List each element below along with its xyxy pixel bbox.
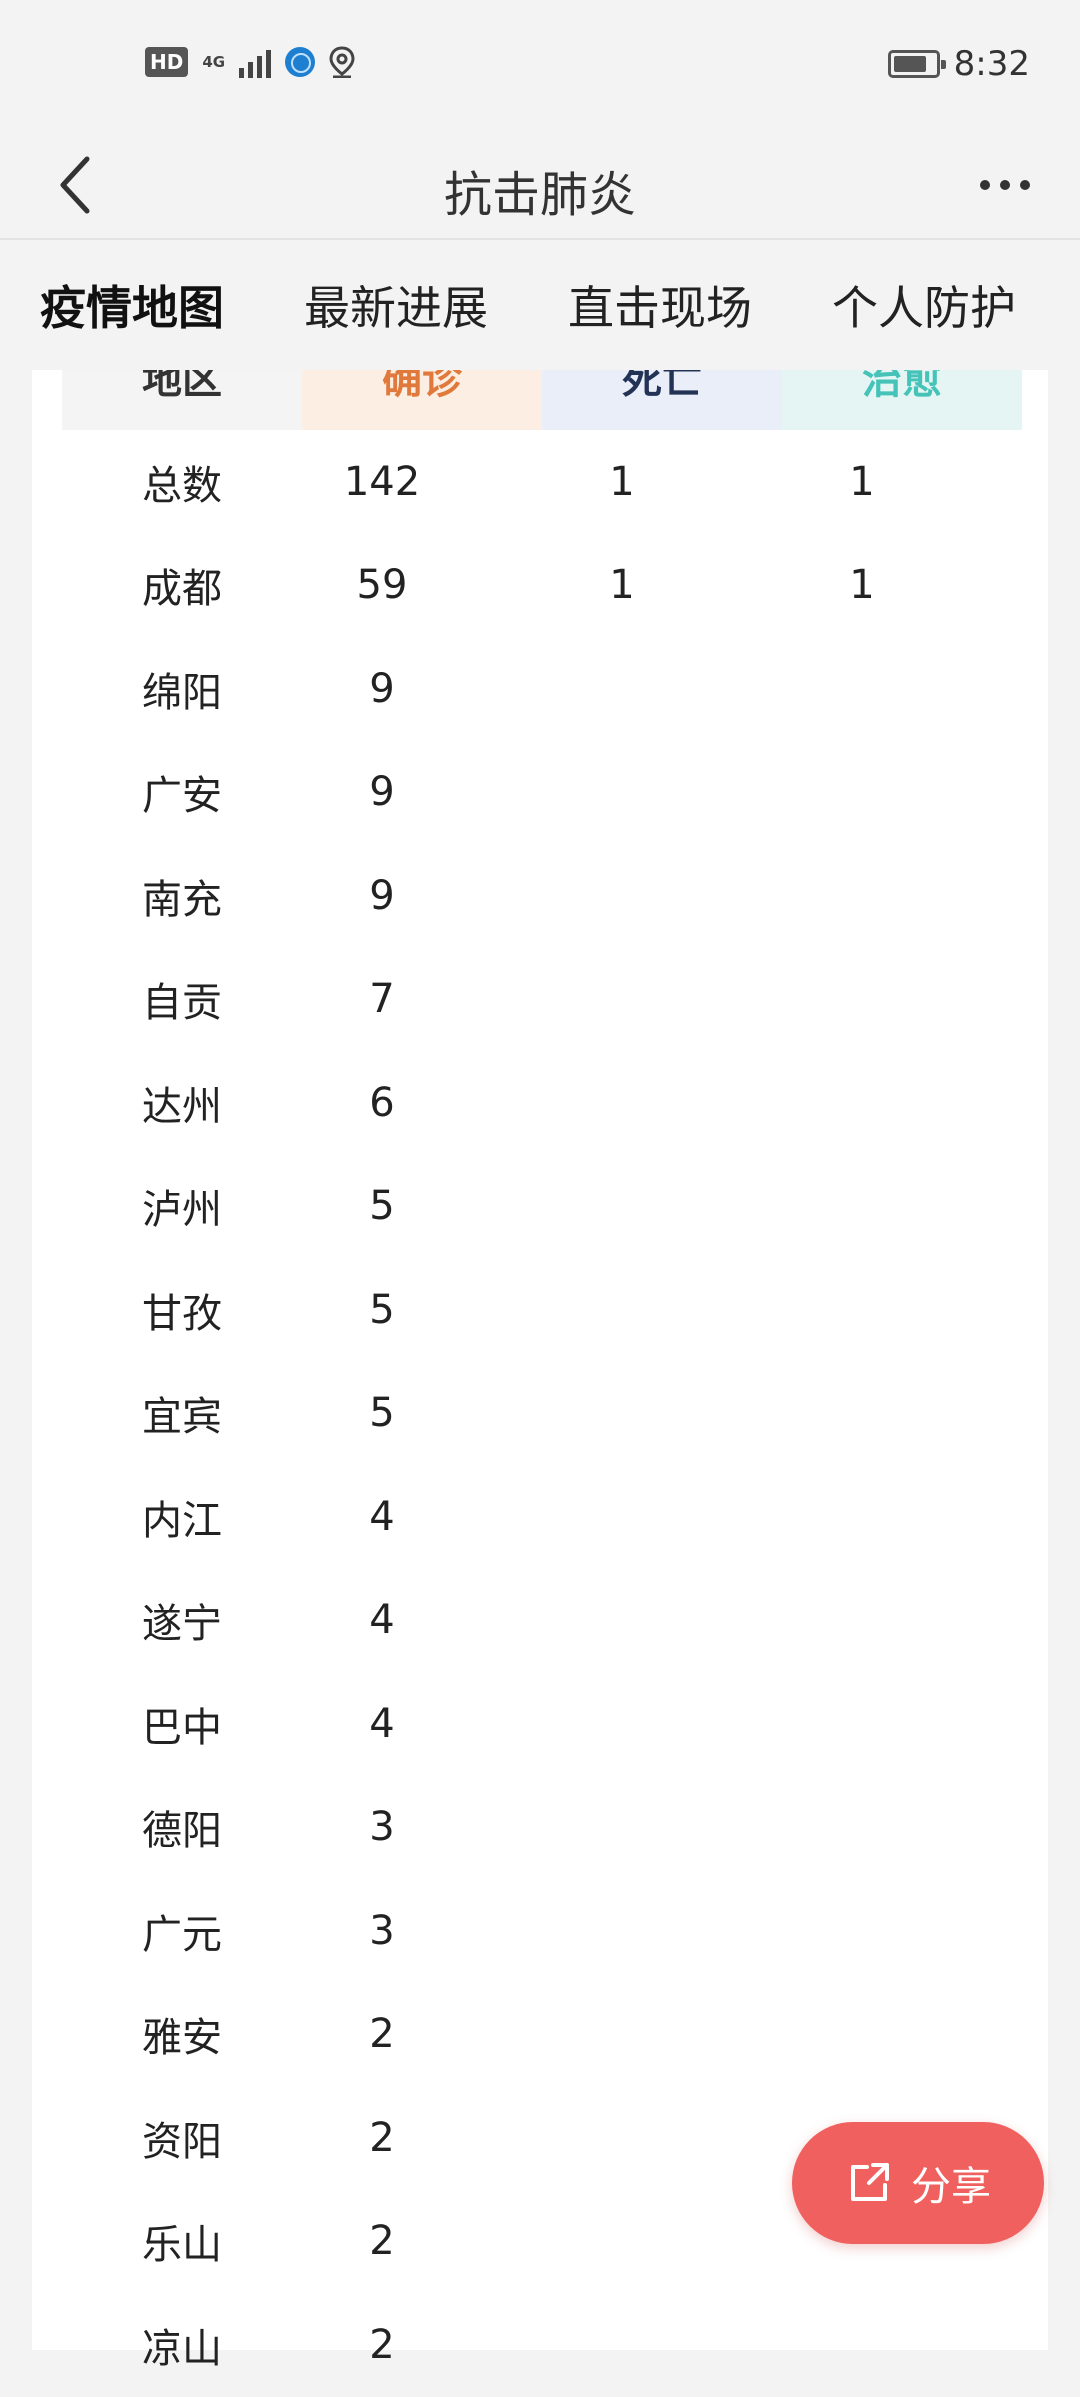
confirmed-cell: 4 (369, 1493, 395, 1540)
confirmed-cell: 59 (356, 562, 408, 609)
more-options-button[interactable] (965, 150, 1045, 220)
region-cell: 内江 (142, 1497, 222, 1544)
region-cell: 巴中 (142, 1704, 222, 1751)
confirmed-cell: 3 (369, 1804, 395, 1851)
region-cell: 甘孜 (142, 1290, 222, 1337)
column-header-confirmed[interactable]: 确诊 (302, 370, 542, 430)
signal-icon (239, 46, 272, 78)
more-dot-icon (1020, 180, 1030, 190)
battery-icon (887, 50, 946, 78)
table-body: 总数 142 1 1 成都 59 1 1 绵阳 9 广安 9 南充 9 自贡 7 达州 6 泸州 5 甘孜 5 宜宾 5 内江 4… (32, 430, 1048, 2397)
tab-live-scene[interactable]: 直击现场 (568, 272, 752, 338)
confirmed-cell: 2 (369, 2011, 395, 2058)
table-header: 地区 确诊 死亡 治愈 (62, 370, 1022, 430)
table-row: 南充 9 (32, 844, 1048, 948)
table-row: 巴中 4 (32, 1672, 1048, 1776)
table-row: 内江 4 (32, 1465, 1048, 1569)
confirmed-cell: 7 (369, 976, 395, 1023)
region-cell: 绵阳 (142, 669, 222, 716)
tab-bar: 疫情地图 最新进展 直击现场 个人防护 (0, 240, 1080, 388)
table-row: 自贡 7 (32, 948, 1048, 1052)
column-header-cured[interactable]: 治愈 (782, 370, 1022, 430)
region-cell: 凉山 (142, 2325, 222, 2372)
death-cell: 1 (609, 458, 635, 505)
stats-table-card: 地区 确诊 死亡 治愈 总数 142 1 1 成都 59 1 1 绵阳 9 广安 9 南充 9 自贡 7 达州 6… (32, 370, 1048, 2372)
region-cell: 达州 (142, 1083, 222, 1130)
cured-cell: 1 (849, 458, 875, 505)
confirmed-cell: 2 (369, 2321, 395, 2368)
region-cell: 广元 (142, 1911, 222, 1958)
share-icon (851, 2163, 889, 2201)
column-header-region[interactable]: 地区 (62, 370, 302, 430)
tab-epidemic-map[interactable]: 疫情地图 (40, 272, 224, 388)
confirmed-cell: 6 (369, 1079, 395, 1126)
confirmed-cell: 9 (369, 872, 395, 919)
table-row: 遂宁 4 (32, 1569, 1048, 1673)
table-row: 达州 6 (32, 1051, 1048, 1155)
hd-icon: HD (145, 47, 189, 77)
confirmed-cell: 4 (369, 1700, 395, 1747)
table-row: 甘孜 5 (32, 1258, 1048, 1362)
confirmed-cell: 5 (369, 1183, 395, 1230)
table-row: 宜宾 5 (32, 1362, 1048, 1466)
share-button[interactable]: 分享 (792, 2122, 1044, 2244)
confirmed-cell: 2 (369, 2114, 395, 2161)
cured-cell: 1 (849, 562, 875, 609)
title-bar: 抗击肺炎 (0, 130, 1080, 240)
death-cell: 1 (609, 562, 635, 609)
network-type: 4G (202, 53, 226, 71)
table-row: 广安 9 (32, 741, 1048, 845)
table-row: 广元 3 (32, 1879, 1048, 1983)
region-cell: 雅安 (142, 2015, 222, 2062)
confirmed-cell: 3 (369, 1907, 395, 1954)
confirmed-cell: 5 (369, 1390, 395, 1437)
tab-personal-protection[interactable]: 个人防护 (832, 272, 1016, 338)
region-cell: 南充 (142, 876, 222, 923)
table-row: 绵阳 9 (32, 637, 1048, 741)
location-icon (329, 46, 355, 78)
region-cell: 广安 (142, 773, 222, 820)
region-cell: 资阳 (142, 2118, 222, 2165)
status-bar: HD 4G 8:32 (0, 0, 1080, 130)
confirmed-cell: 4 (369, 1597, 395, 1644)
region-cell: 宜宾 (142, 1394, 222, 1441)
table-row: 德阳 3 (32, 1776, 1048, 1880)
confirmed-cell: 2 (369, 2218, 395, 2265)
region-cell: 遂宁 (142, 1601, 222, 1648)
more-dot-icon (980, 180, 990, 190)
share-label: 分享 (911, 2164, 991, 2210)
confirmed-cell: 5 (369, 1286, 395, 1333)
more-dot-icon (1000, 180, 1010, 190)
table-row: 成都 59 1 1 (32, 534, 1048, 638)
column-header-death[interactable]: 死亡 (542, 370, 782, 430)
confirmed-cell: 142 (343, 458, 421, 505)
region-cell: 成都 (142, 566, 222, 613)
table-row: 凉山 2 (32, 2293, 1048, 2397)
confirmed-cell: 9 (369, 769, 395, 816)
tab-latest-progress[interactable]: 最新进展 (304, 272, 488, 338)
region-cell: 泸州 (142, 1187, 222, 1234)
confirmed-cell: 9 (369, 665, 395, 712)
page-title: 抗击肺炎 (443, 167, 636, 223)
region-cell: 自贡 (142, 980, 222, 1027)
table-row: 总数 142 1 1 (32, 430, 1048, 534)
table-row: 雅安 2 (32, 1983, 1048, 2087)
status-right: 8:32 (887, 44, 1030, 84)
region-cell: 德阳 (142, 1808, 222, 1855)
region-cell: 总数 (142, 462, 222, 509)
clock: 8:32 (953, 44, 1030, 84)
table-row: 泸州 5 (32, 1155, 1048, 1259)
status-left: HD 4G (145, 46, 355, 78)
browser-icon (285, 47, 316, 77)
region-cell: 乐山 (142, 2222, 222, 2269)
